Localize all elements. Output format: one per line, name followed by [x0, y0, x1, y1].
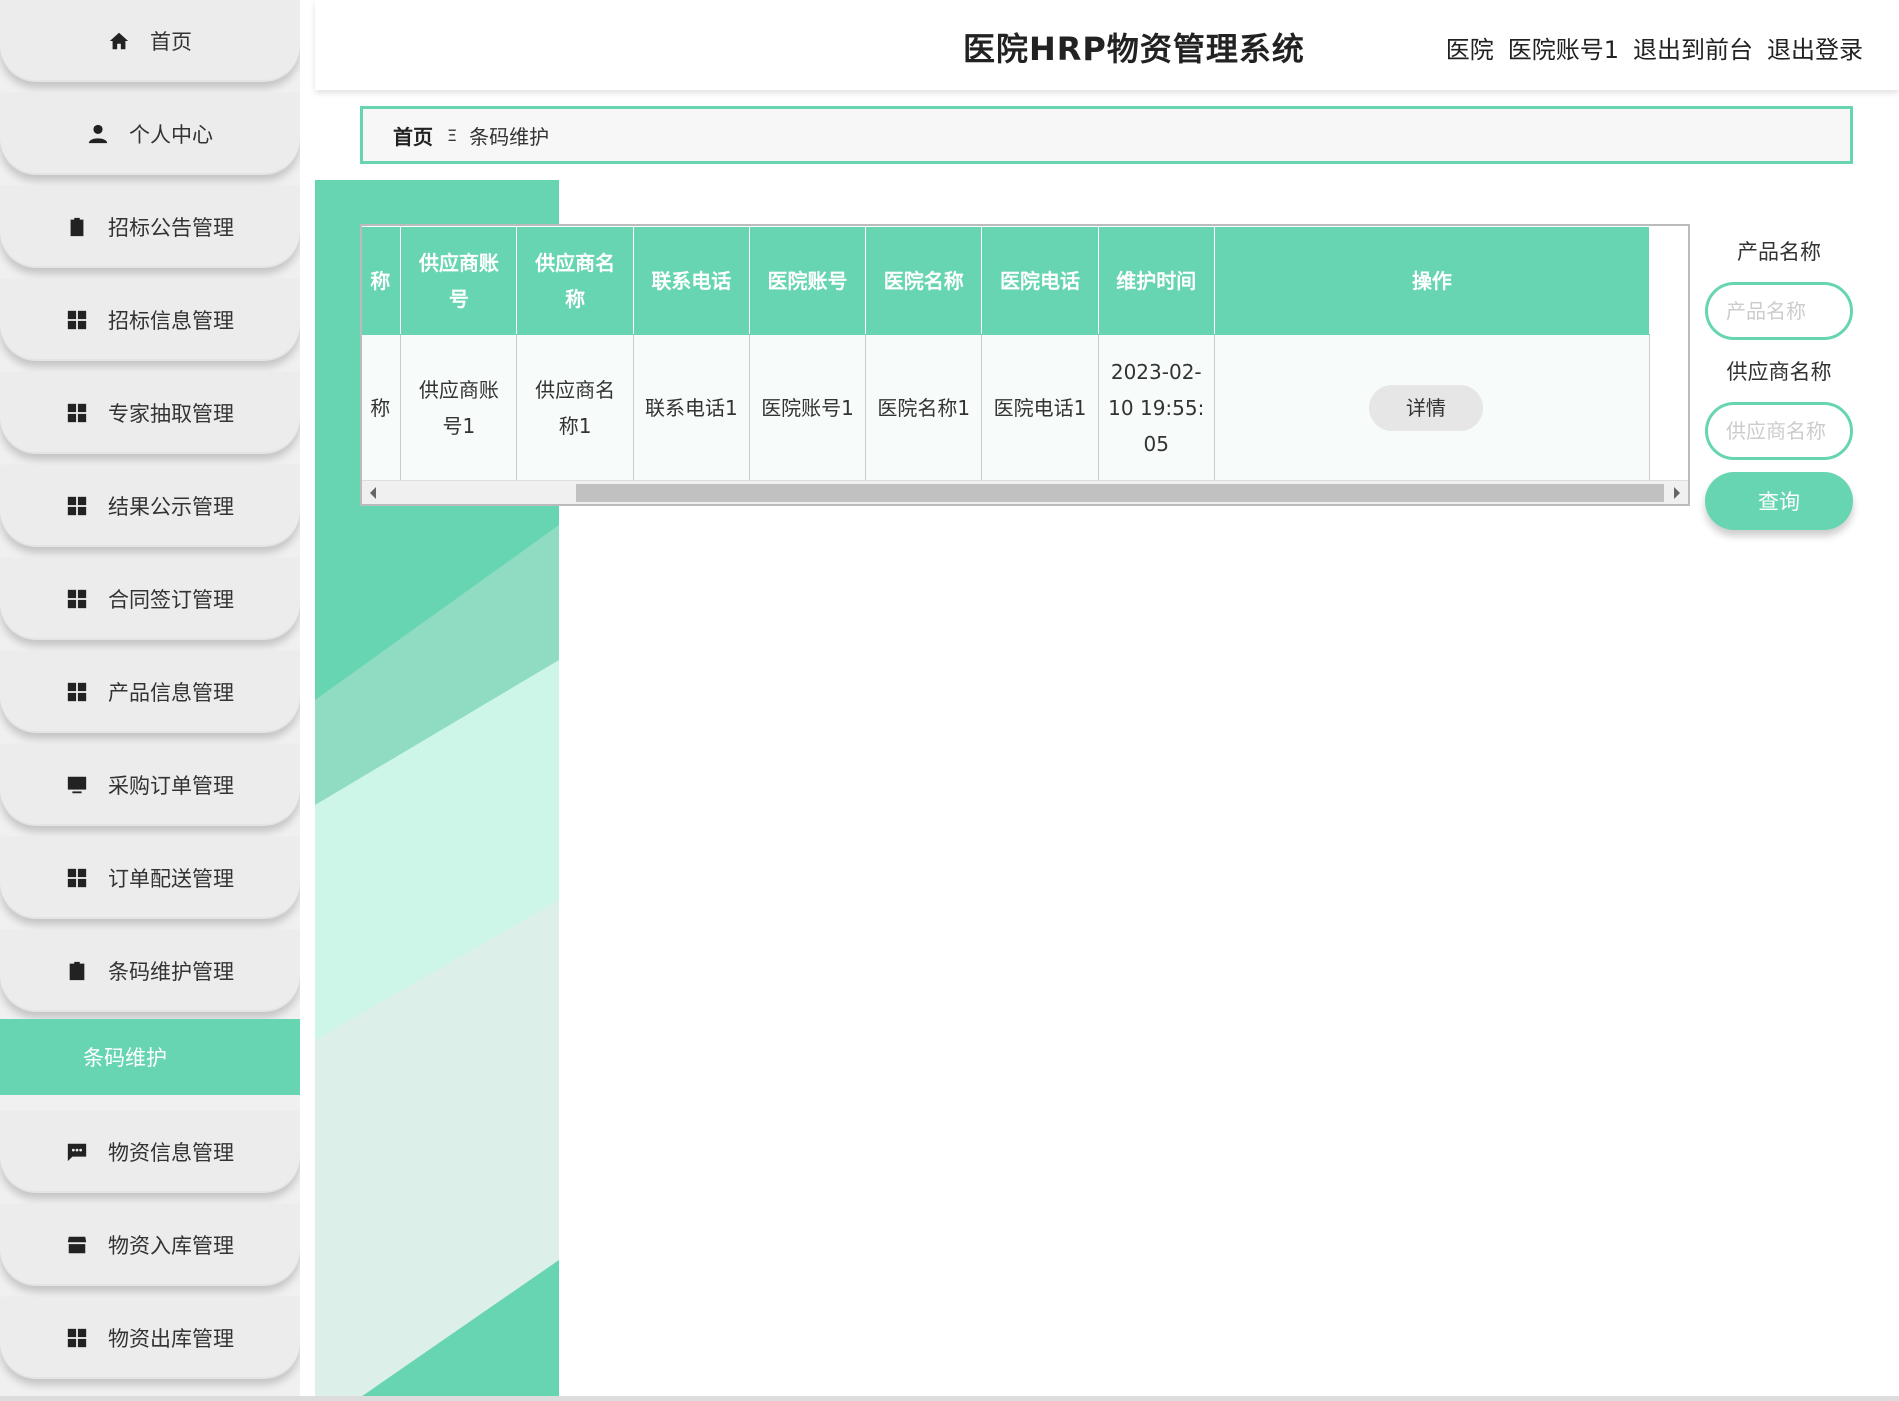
column-header: 医院电话 [981, 226, 1099, 335]
query-button[interactable]: 查询 [1705, 472, 1853, 530]
cell-hospital-account: 医院账号1 [748, 334, 867, 481]
search-panel: 产品名称 供应商名称 查询 [1705, 236, 1853, 530]
horizontal-scrollbar[interactable] [362, 480, 1688, 504]
cell-hospital-name: 医院名称1 [865, 334, 983, 481]
grid-icon [66, 681, 88, 703]
sidebar-item-label: 专家抽取管理 [108, 402, 234, 426]
sidebar-item-label: 物资出库管理 [108, 1327, 234, 1351]
cell-supplier-account: 供应商账号1 [400, 334, 518, 481]
sidebar-item-label: 条码维护管理 [108, 960, 234, 984]
column-header: 操作 [1213, 226, 1651, 335]
cell-name: 称 [362, 334, 402, 481]
column-header: 供应商账号 [400, 226, 518, 335]
sidebar-item-tender-info[interactable]: 招标信息管理 [0, 279, 300, 361]
grid-icon [66, 402, 88, 424]
product-name-input[interactable] [1705, 282, 1853, 340]
column-header: 维护时间 [1097, 226, 1215, 335]
sidebar-item-label: 结果公示管理 [108, 495, 234, 519]
column-header: 联系电话 [632, 226, 750, 335]
product-name-label: 产品名称 [1737, 240, 1821, 264]
supplier-name-input[interactable] [1705, 402, 1853, 460]
sidebar-item-material-inbound[interactable]: 物资入库管理 [0, 1204, 300, 1286]
column-header: 医院账号 [748, 226, 867, 335]
chat-icon [66, 1141, 88, 1163]
sidebar-item-label: 采购订单管理 [108, 774, 234, 798]
home-icon [108, 30, 130, 52]
table-header-row: 称 供应商账号 供应商名称 联系电话 医院账号 医院名称 医院电话 维护时间 操… [362, 226, 1651, 335]
breadcrumb-current: 条码维护 [469, 124, 550, 149]
cell-supplier-name: 供应商名称1 [516, 334, 634, 481]
sidebar-item-label: 个人中心 [129, 123, 213, 147]
sidebar-item-order-delivery[interactable]: 订单配送管理 [0, 837, 300, 919]
grid-icon [66, 867, 88, 889]
grid-icon [66, 588, 88, 610]
sidebar-item-label: 物资入库管理 [108, 1234, 234, 1258]
sidebar: 首页 个人中心 招标公告管理 招标信息管理 专家抽取管理 结果公示管理 合同签订… [0, 0, 300, 1401]
sidebar-item-label: 订单配送管理 [108, 867, 234, 891]
column-header: 医院名称 [865, 226, 983, 335]
sidebar-item-personal-center[interactable]: 个人中心 [0, 93, 300, 175]
sidebar-subitem-label: 条码维护 [83, 1046, 167, 1070]
sidebar-item-product-info[interactable]: 产品信息管理 [0, 651, 300, 733]
sidebar-item-result-publicity[interactable]: 结果公示管理 [0, 465, 300, 547]
sidebar-item-label: 招标公告管理 [108, 216, 234, 240]
data-table: 称 供应商账号 供应商名称 联系电话 医院账号 医院名称 医院电话 维护时间 操… [362, 226, 1651, 481]
grid-icon [66, 1327, 88, 1349]
bottom-divider [0, 1396, 1899, 1401]
scroll-left-icon[interactable] [370, 487, 376, 499]
cell-hospital-phone: 医院电话1 [981, 334, 1099, 481]
sidebar-item-purchase-order[interactable]: 采购订单管理 [0, 744, 300, 826]
user-role: 医院 [1445, 36, 1494, 64]
logout-link[interactable]: 退出登录 [1767, 30, 1863, 65]
clipboard-icon [66, 216, 88, 238]
cell-phone: 联系电话1 [632, 334, 750, 481]
barcode-table: 称 供应商账号 供应商名称 联系电话 医院账号 医院名称 医院电话 维护时间 操… [360, 224, 1690, 506]
scroll-right-icon[interactable] [1674, 487, 1680, 499]
column-header: 称 [362, 226, 402, 335]
column-header: 供应商名称 [516, 226, 634, 335]
sidebar-item-barcode-manage[interactable]: 条码维护管理 [0, 930, 300, 1012]
sidebar-item-material-outbound[interactable]: 物资出库管理 [0, 1297, 300, 1379]
sidebar-subitem-barcode[interactable]: 条码维护 [0, 1019, 300, 1095]
back-to-front-link[interactable]: 退出到前台 [1633, 30, 1753, 65]
sidebar-item-home[interactable]: 首页 [0, 0, 300, 82]
breadcrumb: 首页 Ξ 条码维护 [360, 106, 1853, 164]
sidebar-item-label: 招标信息管理 [108, 309, 234, 333]
table-row: 称 供应商账号1 供应商名称1 联系电话1 医院账号1 医院名称1 医院电话1 … [362, 334, 1651, 481]
cell-actions: 详情 [1213, 334, 1651, 481]
sidebar-item-label: 产品信息管理 [108, 681, 234, 705]
sidebar-item-tender-notice[interactable]: 招标公告管理 [0, 186, 300, 268]
sidebar-item-material-info[interactable]: 物资信息管理 [0, 1111, 300, 1193]
detail-button[interactable]: 详情 [1368, 384, 1483, 431]
top-header: 医院HRP物资管理系统 医院 医院账号1 退出到前台 退出登录 [315, 0, 1899, 90]
grid-icon [66, 309, 88, 331]
cell-maintain-time: 2023-02-10 19:55:05 [1097, 334, 1215, 481]
sidebar-item-expert-extract[interactable]: 专家抽取管理 [0, 372, 300, 454]
sidebar-item-label: 物资信息管理 [108, 1141, 234, 1165]
page-title: 医院HRP物资管理系统 [963, 30, 1305, 68]
user-icon [87, 123, 109, 145]
store-icon [66, 1234, 88, 1256]
monitor-icon [66, 774, 88, 796]
sidebar-item-label: 首页 [150, 30, 192, 54]
sidebar-item-label: 合同签订管理 [108, 588, 234, 612]
scrollbar-thumb[interactable] [576, 484, 1664, 502]
clipboard-check-icon [66, 960, 88, 982]
breadcrumb-separator: Ξ [447, 125, 458, 145]
grid-icon [66, 495, 88, 517]
breadcrumb-home[interactable]: 首页 [393, 121, 433, 150]
user-account: 医院账号1 [1507, 36, 1619, 64]
header-user-links: 医院 医院账号1 退出到前台 退出登录 [1446, 30, 1863, 65]
sidebar-item-contract[interactable]: 合同签订管理 [0, 558, 300, 640]
supplier-name-label: 供应商名称 [1726, 360, 1832, 384]
